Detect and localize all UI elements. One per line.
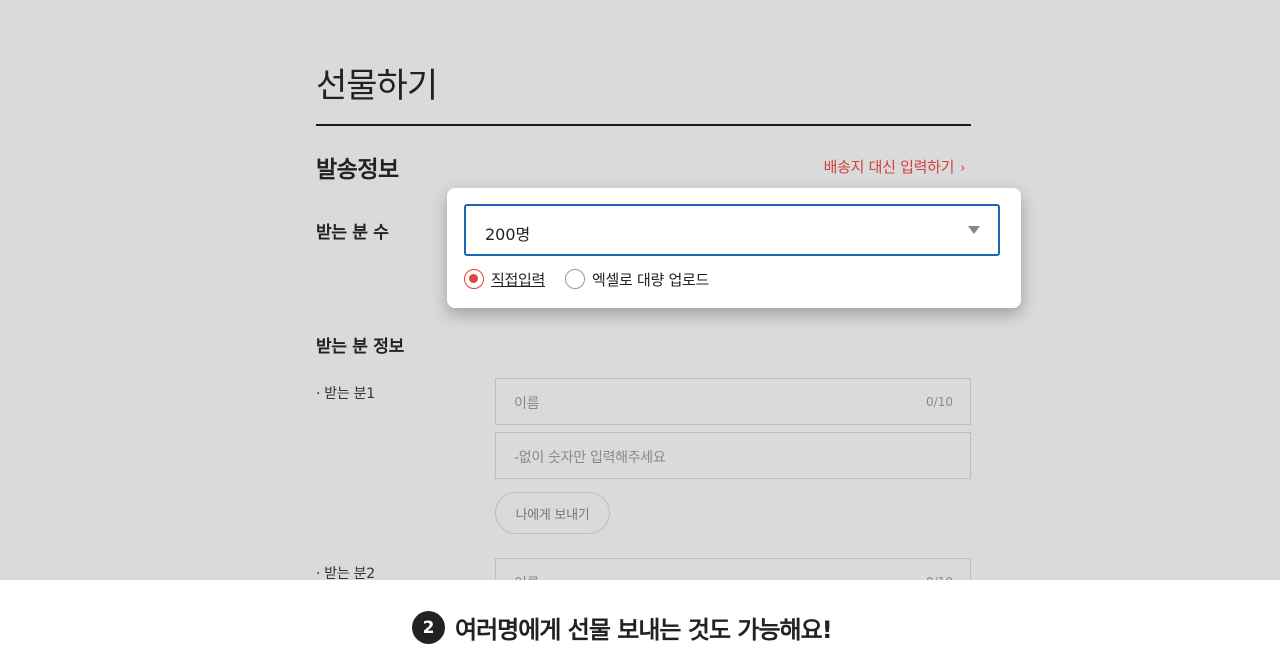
radio-excel-upload-label: 엑셀로 대량 업로드 (592, 270, 709, 289)
caption-text: 여러명에게 선물 보내는 것도 가능해요! (455, 616, 833, 644)
caption: 2 여러명에게 선물 보내는 것도 가능해요! (412, 610, 833, 645)
recipient-1-phone-input[interactable]: -없이 숫자만 입력해주세요 (495, 432, 971, 479)
step-number-badge: 2 (412, 611, 445, 644)
radio-checked-icon (464, 269, 484, 289)
input-method-radio-group: 직접입력 엑셀로 대량 업로드 (464, 268, 729, 290)
alt-address-link-label: 배송지 대신 입력하기 (823, 158, 955, 176)
send-to-me-button[interactable]: 나에게 보내기 (495, 492, 610, 534)
dropdown-arrow-icon (968, 226, 980, 234)
recipient-count-label: 받는 분 수 (316, 223, 389, 243)
name-char-counter: 0/10 (926, 395, 953, 409)
caption-bar: 2 여러명에게 선물 보내는 것도 가능해요! (0, 580, 1280, 670)
shipping-section-title: 발송정보 (316, 157, 399, 183)
radio-unchecked-icon (565, 269, 586, 289)
radio-direct-input-label: 직접입력 (491, 270, 546, 289)
radio-excel-upload[interactable]: 엑셀로 대량 업로드 (565, 269, 709, 290)
page-title: 선물하기 (316, 66, 438, 106)
radio-direct-input[interactable]: 직접입력 (464, 269, 545, 290)
recipient-1-name-input[interactable]: 이름 0/10 (495, 378, 971, 425)
alt-address-link[interactable]: 배송지 대신 입력하기 › (823, 156, 966, 177)
recipient-info-heading: 받는 분 정보 (316, 337, 404, 357)
name-placeholder: 이름 (514, 396, 540, 412)
title-divider (316, 124, 971, 126)
recipient-count-select[interactable]: 200명 (464, 204, 1000, 256)
phone-placeholder: -없이 숫자만 입력해주세요 (514, 450, 666, 466)
recipient-count-value: 200명 (485, 225, 531, 244)
chevron-right-icon: › (960, 161, 965, 176)
recipient-count-popup: 200명 직접입력 엑셀로 대량 업로드 (447, 188, 1021, 308)
recipient-1-label: · 받는 분1 (316, 386, 375, 402)
